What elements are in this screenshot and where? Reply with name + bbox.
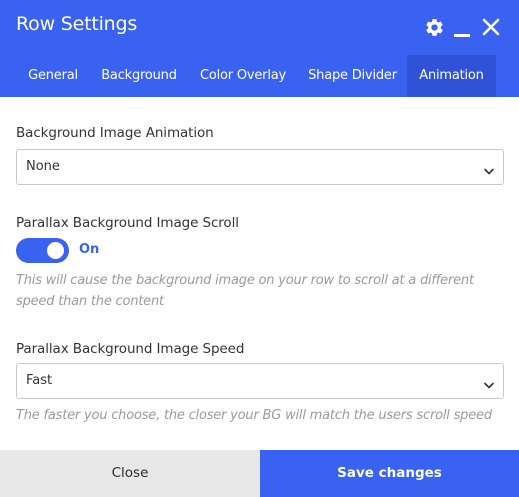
parallax-speed-help: The faster you choose, the closer your B…: [16, 408, 492, 423]
parallax-speed-select[interactable]: Fast: [16, 363, 504, 399]
tab-color-overlay[interactable]: Color Overlay: [187, 55, 299, 97]
chevron-down-icon: [483, 376, 495, 389]
tab-general[interactable]: General: [15, 55, 91, 97]
bg-animation-value: None: [26, 159, 60, 174]
parallax-speed-value: Fast: [26, 373, 53, 388]
chevron-down-icon: [483, 162, 495, 175]
parallax-scroll-toggle[interactable]: [16, 238, 69, 263]
parallax-scroll-state: On: [79, 242, 100, 257]
modal-footer: Close Save changes: [0, 450, 519, 497]
modal-header: Row Settings General Background Color Ov…: [0, 0, 519, 97]
tab-shape-divider[interactable]: Shape Divider: [299, 55, 406, 97]
parallax-scroll-help: This will cause the background image on …: [16, 273, 474, 309]
close-icon[interactable]: [480, 16, 502, 38]
parallax-scroll-label: Parallax Background Image Scroll: [16, 215, 239, 231]
save-changes-button[interactable]: Save changes: [260, 450, 519, 497]
parallax-speed-label: Parallax Background Image Speed: [16, 341, 245, 357]
modal-title: Row Settings: [16, 13, 138, 35]
gear-icon[interactable]: [423, 16, 445, 38]
minimize-icon[interactable]: [451, 16, 473, 38]
tab-background[interactable]: Background: [91, 55, 187, 97]
bg-animation-label: Background Image Animation: [16, 125, 214, 141]
close-button[interactable]: Close: [0, 450, 260, 497]
tab-animation[interactable]: Animation: [407, 55, 496, 97]
toggle-knob: [47, 242, 64, 259]
settings-tabs: General Background Color Overlay Shape D…: [0, 55, 519, 97]
bg-animation-select[interactable]: None: [16, 149, 504, 185]
